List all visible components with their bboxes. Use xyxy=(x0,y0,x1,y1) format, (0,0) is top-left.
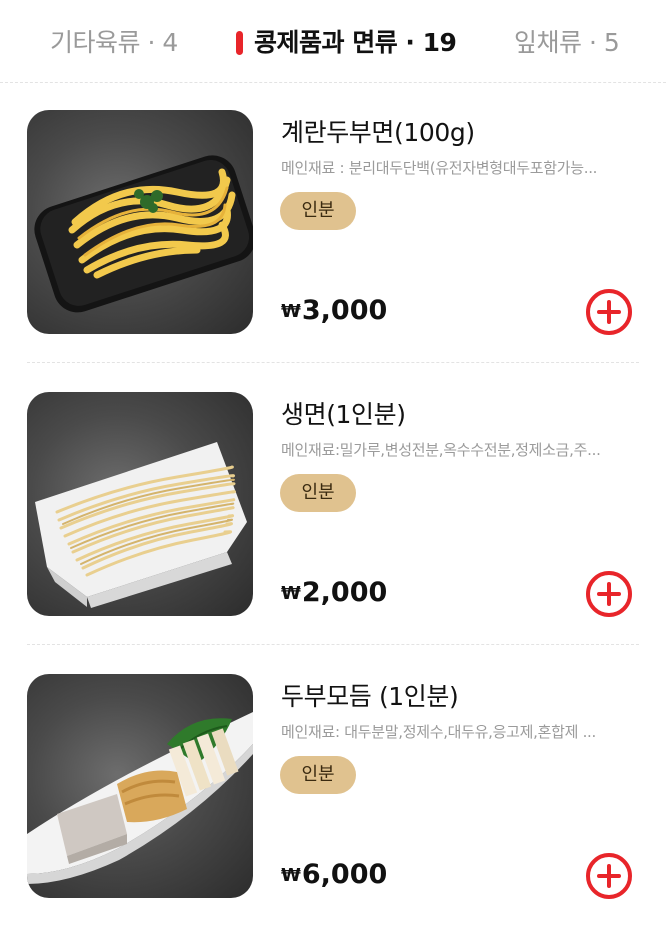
price-value: 2,000 xyxy=(301,577,388,608)
plus-circle-icon xyxy=(586,853,632,899)
add-to-cart-button[interactable] xyxy=(585,570,633,618)
egg-tofu-noodle-photo-icon xyxy=(34,155,253,313)
menu-item[interactable]: 계란두부면(100g) 메인재료 : 분리대두단백(유전자변형대두포함가능...… xyxy=(0,82,666,363)
portion-badge: 인분 xyxy=(280,756,356,794)
menu-item[interactable]: 두부모듬 (1인분) 메인재료: 대두분말,정제수,대두유,응고제,혼합제 ..… xyxy=(0,646,666,927)
item-description: 메인재료 : 분리대두단백(유전자변형대두포함가능... xyxy=(281,159,598,177)
item-name: 계란두부면(100g) xyxy=(281,118,475,147)
menu-item[interactable]: 생면(1인분) 메인재료:밀가루,변성전분,옥수수전분,정제소금,주... 인분… xyxy=(0,364,666,645)
item-divider xyxy=(27,644,639,645)
portion-badge: 인분 xyxy=(280,192,356,230)
add-to-cart-button[interactable] xyxy=(585,288,633,336)
active-tab-marker xyxy=(236,31,243,55)
fresh-noodle-photo-icon xyxy=(35,442,247,608)
price-value: 6,000 xyxy=(301,859,388,890)
tab-label: 콩제품과 면류 · 19 xyxy=(254,28,457,57)
item-price: ₩2,000 xyxy=(281,576,387,610)
egg-tofu-noodle-image[interactable] xyxy=(27,110,253,334)
price-value: 3,000 xyxy=(301,295,388,326)
item-divider xyxy=(27,362,639,363)
tofu-assortment-photo-icon xyxy=(27,712,253,884)
portion-badge: 인분 xyxy=(280,474,356,512)
plus-circle-icon xyxy=(586,289,632,335)
tab-other-meats[interactable]: 기타육류 · 4 xyxy=(50,26,178,60)
category-tab-bar: 기타육류 · 4 콩제품과 면류 · 19 잎채류 · 5 xyxy=(0,0,666,82)
item-description: 메인재료:밀가루,변성전분,옥수수전분,정제소금,주... xyxy=(281,441,601,459)
tab-soy-products-and-noodles[interactable]: 콩제품과 면류 · 19 xyxy=(236,26,457,60)
currency-symbol: ₩ xyxy=(281,865,301,886)
plus-circle-icon xyxy=(586,571,632,617)
item-description: 메인재료: 대두분말,정제수,대두유,응고제,혼합제 ... xyxy=(281,723,596,741)
tofu-assortment-image[interactable] xyxy=(27,674,253,898)
item-name: 생면(1인분) xyxy=(281,400,406,429)
currency-symbol: ₩ xyxy=(281,583,301,604)
tab-leafy-vegetables[interactable]: 잎채류 · 5 xyxy=(514,26,620,60)
add-to-cart-button[interactable] xyxy=(585,852,633,900)
item-price: ₩6,000 xyxy=(281,858,387,892)
fresh-noodle-image[interactable] xyxy=(27,392,253,616)
item-name: 두부모듬 (1인분) xyxy=(281,682,459,711)
currency-symbol: ₩ xyxy=(281,301,301,322)
item-price: ₩3,000 xyxy=(281,294,387,328)
